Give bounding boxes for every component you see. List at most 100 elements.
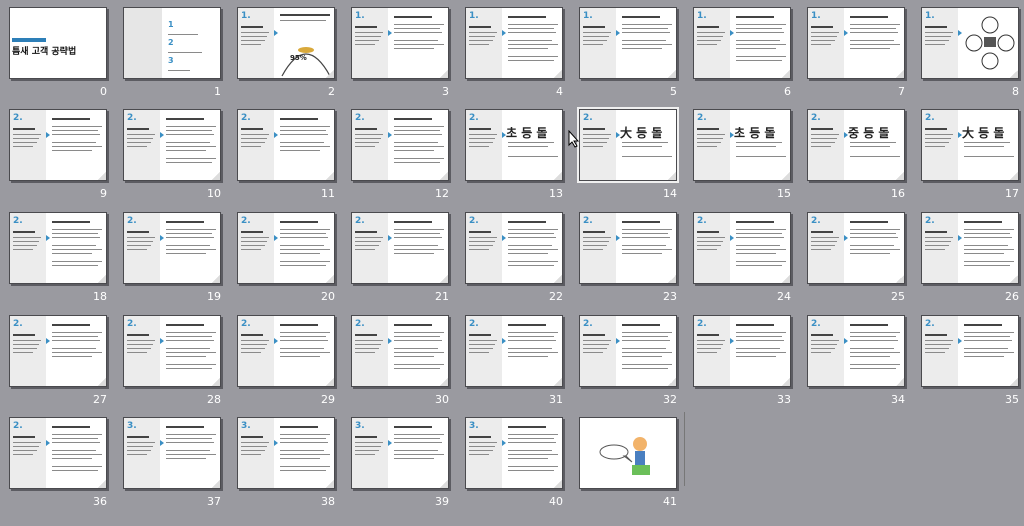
slide-thumbnail[interactable]: 2. 중 등 돌 xyxy=(807,109,905,181)
slide-number: 8 xyxy=(1012,85,1019,98)
text-line xyxy=(583,352,603,353)
section-marker xyxy=(46,338,50,344)
slide-thumbnail[interactable]: 3. xyxy=(123,417,221,489)
slide-number: 21 xyxy=(435,290,449,303)
slide-thumbnail[interactable]: 2. xyxy=(921,212,1019,284)
text-line xyxy=(241,44,261,45)
slide-thumbnail[interactable]: 2. xyxy=(9,417,107,489)
slide-thumbnail[interactable]: 2. xyxy=(237,109,335,181)
slide-number: 37 xyxy=(207,495,221,508)
text-line xyxy=(736,233,782,234)
slide-thumbnail[interactable]: 2. 大 등 돌 xyxy=(921,109,1019,181)
text-line xyxy=(166,245,210,246)
slide-thumbnail[interactable]: 1. 95% xyxy=(237,7,335,79)
slide-thumbnail[interactable]: 2. xyxy=(9,212,107,284)
slide-thumbnail[interactable]: 2. xyxy=(465,315,563,387)
slide-thumbnail[interactable]: 2. xyxy=(693,315,791,387)
text-line xyxy=(166,336,212,337)
slide-thumbnail[interactable]: 2. xyxy=(693,212,791,284)
slide-thumbnail[interactable]: 2. xyxy=(9,109,107,181)
text-line xyxy=(850,245,894,246)
slide-thumbnail[interactable]: 2. xyxy=(921,315,1019,387)
text-line xyxy=(52,356,92,357)
text-line xyxy=(850,253,890,254)
slide-thumbnail[interactable]: 3. xyxy=(351,417,449,489)
text-line xyxy=(811,146,831,147)
text-line xyxy=(697,36,723,37)
slide-thumbnail[interactable]: 2. xyxy=(123,212,221,284)
section-number: 2. xyxy=(925,319,935,329)
slide-thumbnail[interactable] xyxy=(579,417,677,489)
text-line xyxy=(850,16,888,18)
text-line xyxy=(736,237,784,238)
slide-thumbnail[interactable]: 2. 초 등 돌 xyxy=(693,109,791,181)
text-line xyxy=(508,44,558,45)
section-marker xyxy=(274,440,278,446)
slide-thumbnail[interactable]: 1. xyxy=(351,7,449,79)
slide-thumbnail[interactable]: 2. xyxy=(579,212,677,284)
section-marker xyxy=(958,338,962,344)
slide-thumbnail[interactable]: 1. xyxy=(579,7,677,79)
text-line xyxy=(355,454,375,455)
slide-number: 27 xyxy=(93,393,107,406)
text-line xyxy=(52,229,102,230)
slide-number: 17 xyxy=(1005,187,1019,200)
text-line xyxy=(394,158,444,159)
slide-thumbnail[interactable]: 3. xyxy=(237,417,335,489)
slide-thumbnail[interactable]: 2. xyxy=(351,315,449,387)
text-line xyxy=(925,334,947,336)
slide-thumbnail[interactable]: 2. xyxy=(465,212,563,284)
slide-thumbnail[interactable]: 2. 초 등 돌 xyxy=(465,109,563,181)
text-line xyxy=(241,450,265,451)
text-line xyxy=(52,150,92,151)
section-marker xyxy=(388,440,392,446)
text-line xyxy=(241,128,263,130)
slide-corner-fold xyxy=(554,378,562,386)
slide-number: 20 xyxy=(321,290,335,303)
text-line xyxy=(394,134,442,135)
slide-thumbnail[interactable]: 2. xyxy=(807,315,905,387)
slide-thumbnail[interactable]: 2. xyxy=(579,315,677,387)
text-line xyxy=(127,128,149,130)
slide-thumbnail[interactable]: 1. xyxy=(807,7,905,79)
section-number: 1. xyxy=(925,11,935,21)
slide-thumbnail[interactable]: 2. xyxy=(237,315,335,387)
slide-thumbnail[interactable]: 1. xyxy=(465,7,563,79)
text-line xyxy=(52,245,96,246)
slide-thumbnail[interactable]: 1. xyxy=(693,7,791,79)
slide-number: 11 xyxy=(321,187,335,200)
text-line xyxy=(850,221,888,223)
text-line xyxy=(622,40,666,41)
text-line xyxy=(622,245,666,246)
slide-thumbnail[interactable]: 2. xyxy=(123,109,221,181)
slide-thumbnail[interactable]: 2. xyxy=(237,212,335,284)
slide-thumbnail[interactable]: 2. xyxy=(9,315,107,387)
text-line xyxy=(355,134,383,135)
text-line xyxy=(508,332,558,333)
section-number: 1. xyxy=(355,11,365,21)
text-line xyxy=(127,348,151,349)
slide-thumbnail[interactable]: 틈새 고객 공략법 xyxy=(9,7,107,79)
slide-thumbnail[interactable]: 2. xyxy=(807,212,905,284)
text-line xyxy=(964,237,1012,238)
slide-thumbnail[interactable]: 2. xyxy=(123,315,221,387)
text-line xyxy=(736,336,782,337)
section-marker xyxy=(616,235,620,241)
text-line xyxy=(811,134,839,135)
text-line xyxy=(925,348,949,349)
slide-thumbnail[interactable]: 2. xyxy=(351,109,449,181)
slide-thumbnail[interactable]: 1. xyxy=(921,7,1019,79)
toc-number: 1 xyxy=(168,20,174,29)
slide-corner-fold xyxy=(98,480,106,488)
slide-thumbnail[interactable]: 2. xyxy=(351,212,449,284)
text-line xyxy=(583,138,609,139)
text-line xyxy=(241,352,261,353)
slide-sorter: 틈새 고객 공략법 0 1 2 3 1 1. 95% 2 1. 3 1. 4 1. 5 1. 6 1. 7 1. 8 2.… xyxy=(0,0,1024,526)
text-line xyxy=(52,332,102,333)
slide-thumbnail[interactable]: 3. xyxy=(465,417,563,489)
text-line xyxy=(925,36,951,37)
text-line xyxy=(280,336,326,337)
slide-thumbnail[interactable]: 2. 大 등 돌 xyxy=(577,107,679,183)
text-line xyxy=(925,44,945,45)
slide-thumbnail[interactable]: 1 2 3 xyxy=(123,7,221,79)
